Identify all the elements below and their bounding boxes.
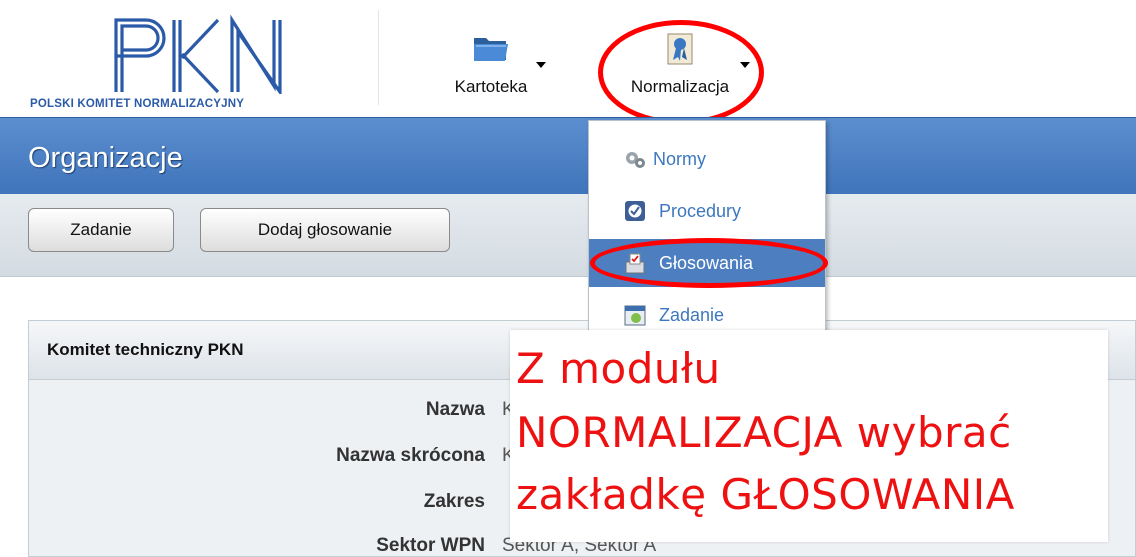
menu-item-normy[interactable]: Normy (589, 135, 825, 183)
field-label-sektor-wpn: Sektor WPN (376, 535, 485, 556)
pkn-logo-mark (114, 14, 282, 94)
checkmark-circle-icon (625, 201, 645, 221)
folder-icon (474, 38, 508, 61)
annotation-ellipse-normalizacja (598, 20, 764, 125)
panel-title: Komitet techniczny PKN (47, 340, 244, 359)
field-label-nazwa: Nazwa (425, 399, 485, 420)
title-bar: Organizacje (0, 117, 1136, 195)
menu-item-procedury[interactable]: Procedury (589, 187, 825, 235)
callout-line-3: zakładkę GŁOSOWANIA (516, 470, 1015, 519)
app-header: POLSKI KOMITET NORMALIZACYJNY Kartoteka … (0, 0, 1136, 117)
field-label-nazwa-skrocona: Nazwa skrócona (336, 445, 485, 466)
calendar-icon (624, 305, 646, 326)
nav-kartoteka-label: Kartoteka (454, 77, 528, 96)
normalizacja-dropdown-menu: Normy Procedury Głosowania Zadanie (588, 120, 826, 342)
annotation-ellipse-glosowania (590, 238, 828, 288)
chevron-down-icon (536, 62, 546, 68)
instruction-callout: Z modułu NORMALIZACJA wybrać zakładkę GŁ… (510, 330, 1108, 542)
add-vote-button[interactable]: Dodaj głosowanie (200, 208, 450, 252)
gears-icon (626, 152, 645, 168)
toolbar: Zadanie Dodaj głosowanie (0, 194, 1136, 277)
callout-line-1: Z modułu (516, 344, 721, 393)
page-title: Organizacje (28, 142, 183, 174)
header-divider (378, 10, 379, 105)
field-label-zakres: Zakres (423, 491, 485, 512)
callout-line-2: NORMALIZACJA wybrać (516, 408, 1012, 457)
pkn-logo[interactable]: POLSKI KOMITET NORMALIZACYJNY (30, 10, 375, 110)
nav-kartoteka[interactable]: Kartoteka (436, 24, 546, 102)
logo-text: POLSKI KOMITET NORMALIZACYJNY (30, 98, 245, 110)
zadanie-button[interactable]: Zadanie (28, 208, 174, 252)
